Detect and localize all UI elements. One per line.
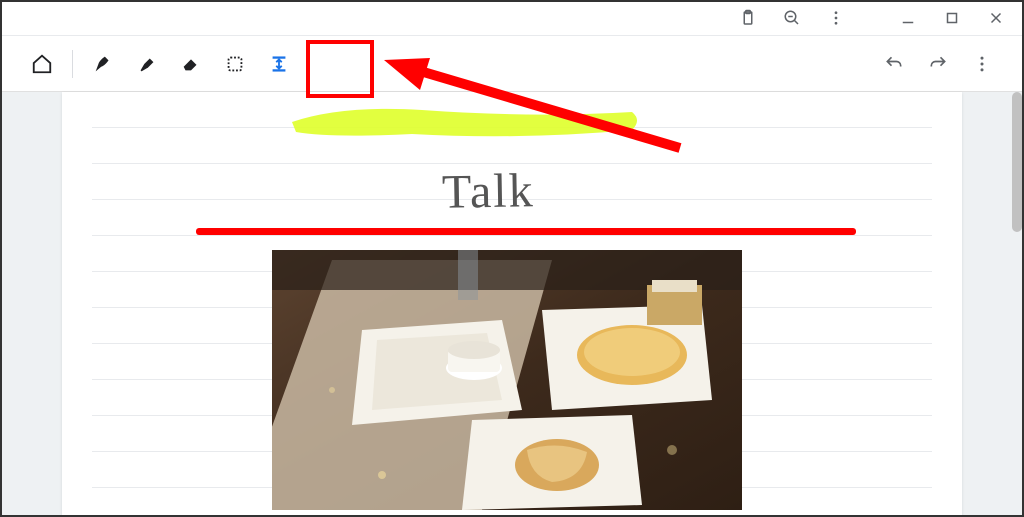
maximize-button[interactable] xyxy=(934,4,970,32)
eraser-tool[interactable] xyxy=(169,42,213,86)
minimize-button[interactable] xyxy=(890,4,926,32)
handwritten-text: Talk xyxy=(442,163,536,220)
pen-tool[interactable] xyxy=(81,42,125,86)
inserted-image[interactable] xyxy=(272,250,742,510)
pen-underline xyxy=(196,228,856,235)
annotation-toolbar xyxy=(0,36,1024,92)
close-button[interactable] xyxy=(978,4,1014,32)
zoom-out-icon[interactable] xyxy=(774,4,810,32)
window-titlebar xyxy=(0,0,1024,36)
highlighter-stroke xyxy=(282,100,652,142)
toolbar-more-icon[interactable] xyxy=(960,42,1004,86)
undo-button[interactable] xyxy=(872,42,916,86)
canvas-workspace: Talk xyxy=(0,92,1024,517)
more-vert-icon[interactable] xyxy=(818,4,854,32)
home-button[interactable] xyxy=(20,42,64,86)
redo-button[interactable] xyxy=(916,42,960,86)
note-page[interactable]: Talk xyxy=(62,92,962,517)
highlighter-tool[interactable] xyxy=(125,42,169,86)
select-tool[interactable] xyxy=(213,42,257,86)
clipboard-icon[interactable] xyxy=(730,4,766,32)
vertical-scrollbar[interactable] xyxy=(1012,92,1022,232)
expand-space-tool[interactable] xyxy=(257,42,301,86)
